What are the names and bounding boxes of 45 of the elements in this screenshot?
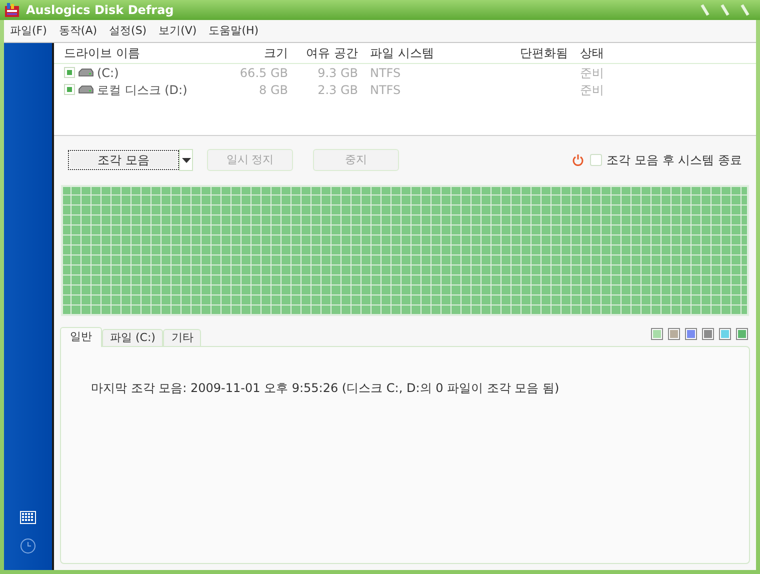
window-title: Auslogics Disk Defrag xyxy=(26,2,174,19)
tab[interactable]: 기타 xyxy=(163,329,202,346)
menu-item[interactable]: 파일(F) xyxy=(10,22,47,40)
summary-text: 마지막 조각 모음: 2009-11-01 오후 9:55:26 (디스크 C:, D:의 0 파일이 조각 모음 됨) xyxy=(91,381,560,395)
table-cell-text: 준비 xyxy=(579,82,605,98)
drive-name[interactable]: 로컬 디스크 (D:) xyxy=(97,80,188,98)
table-cell-text: 8 GB xyxy=(258,82,288,98)
app-icon xyxy=(4,2,20,18)
cluster-map-icon[interactable] xyxy=(20,511,36,524)
power-icon xyxy=(572,154,584,166)
legend-swatch xyxy=(736,328,748,340)
column-header[interactable]: 크기 xyxy=(210,44,288,62)
tab[interactable]: 파일 (C:) xyxy=(102,329,164,346)
legend-swatch xyxy=(685,328,697,340)
dropdown-button[interactable] xyxy=(179,149,193,171)
checkbox[interactable] xyxy=(64,84,75,95)
legend-swatch xyxy=(651,328,663,340)
checkbox[interactable] xyxy=(590,154,602,166)
column-header[interactable]: 상태 xyxy=(568,44,628,62)
legend-swatch xyxy=(719,328,731,340)
menu-item[interactable]: 보기(V) xyxy=(158,22,197,40)
checkbox[interactable] xyxy=(64,67,75,78)
table-cell-text: NTFS xyxy=(369,64,402,82)
table-cell-text: NTFS xyxy=(369,82,402,98)
column-header[interactable]: 드라이브 이름 xyxy=(54,44,210,62)
drive-name[interactable]: (C:) xyxy=(97,64,119,82)
menu-item[interactable]: 설정(S) xyxy=(109,22,147,40)
table-cell-text: 준비 xyxy=(579,64,605,82)
column-header[interactable]: 여유 공간 xyxy=(288,44,358,62)
menu-item[interactable]: 동작(A) xyxy=(58,22,98,40)
column-header[interactable]: 파일 시스템 xyxy=(358,44,508,62)
hard-drive-icon xyxy=(78,84,94,94)
legend-swatch xyxy=(702,328,714,340)
legend-swatch xyxy=(668,328,680,340)
defrag-button[interactable]: 조각 모음 xyxy=(68,150,179,170)
tab[interactable]: 일반 xyxy=(60,327,102,347)
clock-icon[interactable] xyxy=(20,538,36,554)
table-cell-text: 9.3 GB xyxy=(316,64,358,82)
hard-drive-icon xyxy=(78,68,94,78)
table-cell-text: 66.5 GB xyxy=(238,64,288,82)
table-cell-text: 2.3 GB xyxy=(316,82,358,98)
column-header[interactable]: 단편화됨 xyxy=(508,44,568,62)
shutdown-label: 조각 모음 후 시스템 종료 xyxy=(606,152,742,169)
caret-icon xyxy=(182,158,190,162)
menu-item[interactable]: 도움말(H) xyxy=(208,22,259,40)
